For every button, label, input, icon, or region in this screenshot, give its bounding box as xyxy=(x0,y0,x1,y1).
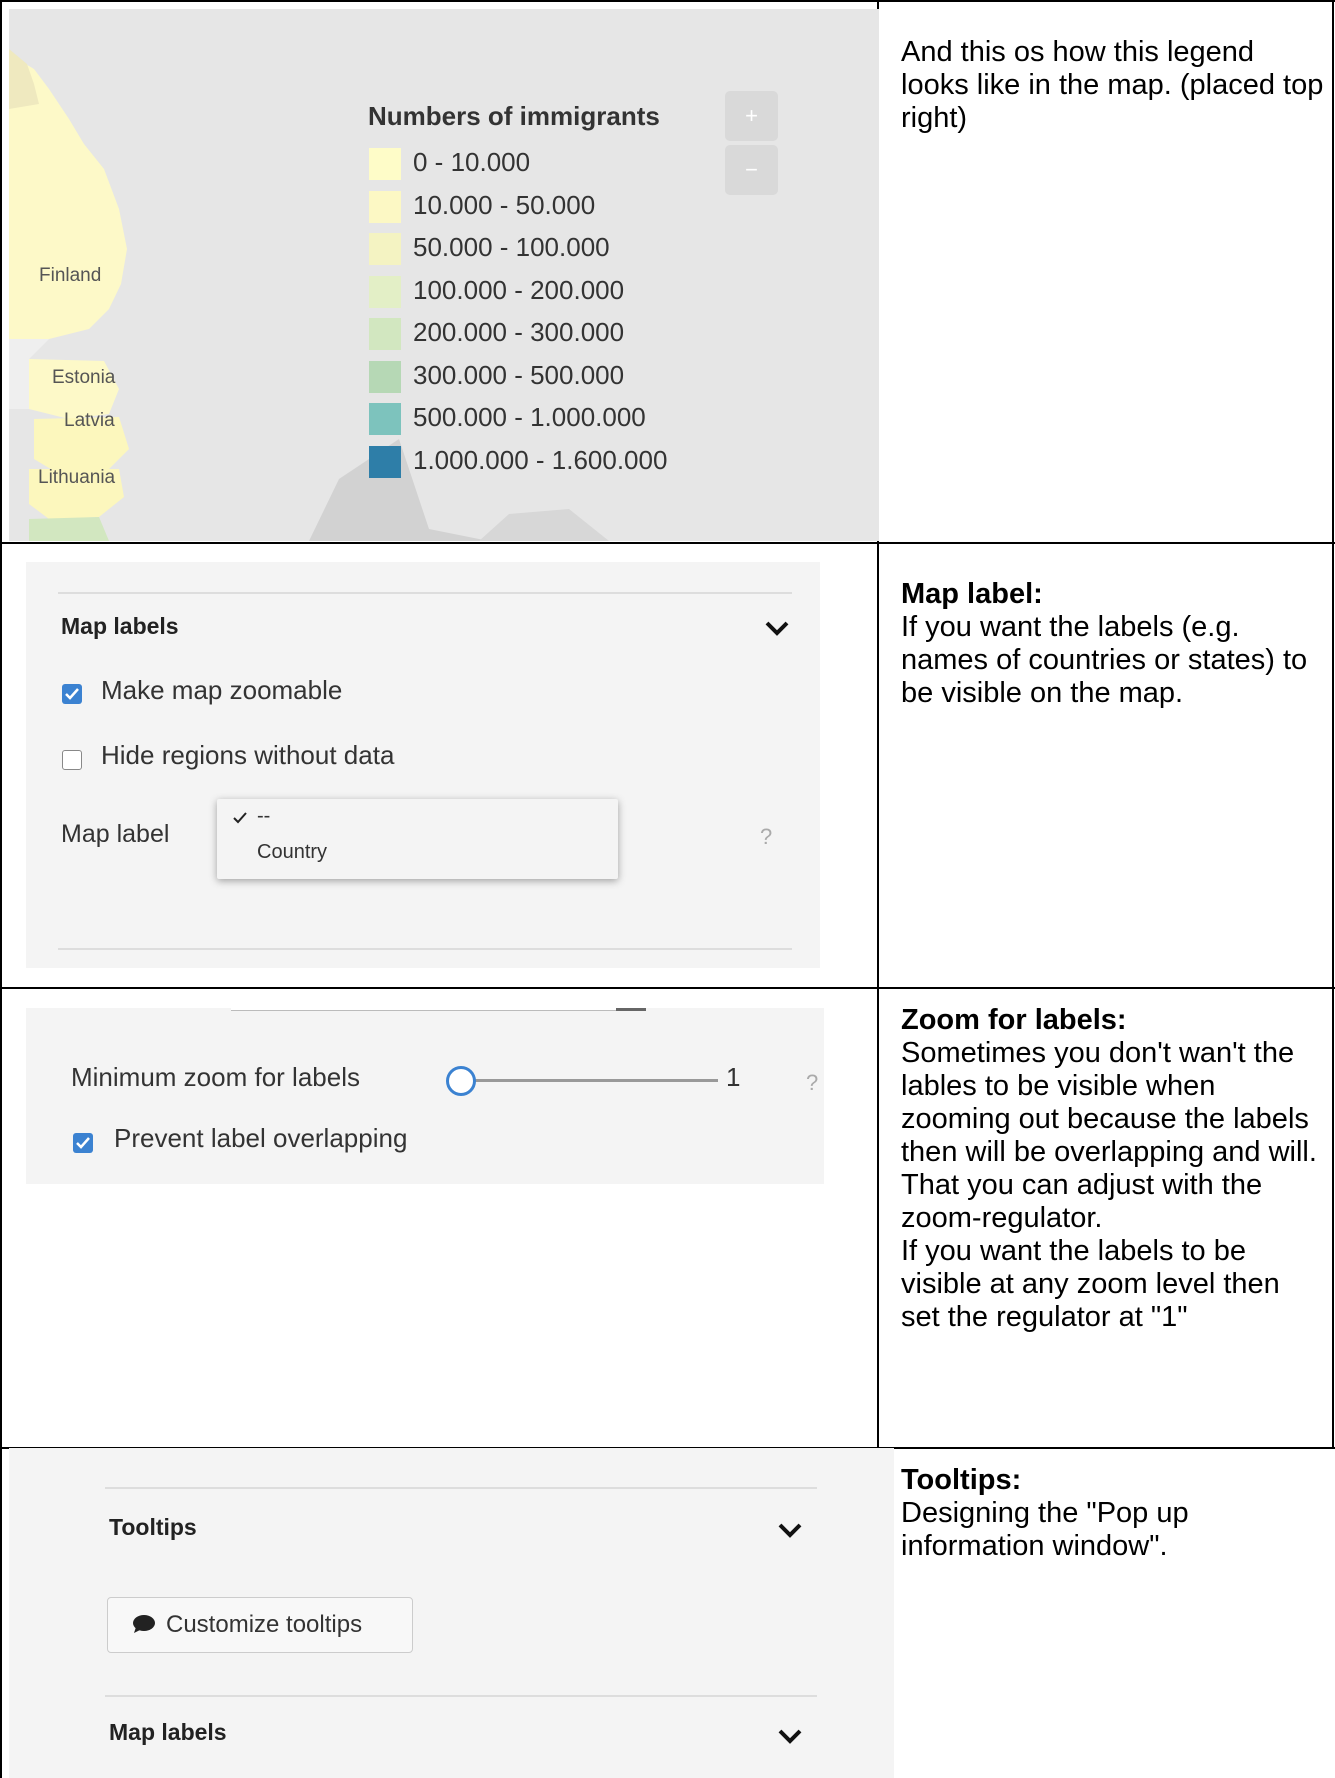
legend-swatch xyxy=(369,148,401,180)
zoom-out-button[interactable]: − xyxy=(725,145,778,195)
legend-swatch xyxy=(369,318,401,350)
legend-swatch xyxy=(369,403,401,435)
map-labels-heading: Map labels xyxy=(109,1719,227,1745)
map-labels-panel-screenshot: Map labels Make map zoomable Hide region… xyxy=(26,562,820,968)
help-icon[interactable]: ? xyxy=(760,824,772,850)
hide-regions-checkbox[interactable] xyxy=(62,750,82,770)
panel-divider-top xyxy=(105,1487,817,1489)
customize-tooltips-label: Customize tooltips xyxy=(166,1611,363,1638)
chevron-down-icon[interactable] xyxy=(777,1522,803,1540)
row1-description: And this os how this legend looks like i… xyxy=(901,36,1326,135)
row3-heading: Zoom for labels: xyxy=(901,1004,1127,1036)
row3-description: Zoom for labels: Sometimes you don't wan… xyxy=(901,1004,1326,1334)
row4-heading: Tooltips: xyxy=(901,1464,1022,1496)
table-border-top xyxy=(0,0,1335,2)
row2-description-text: If you want the labels (e.g. names of co… xyxy=(901,611,1308,709)
help-icon[interactable]: ? xyxy=(806,1070,818,1096)
row2-description: Map label: If you want the labels (e.g. … xyxy=(901,578,1326,710)
select-box-corner xyxy=(616,1008,646,1011)
legend-swatch xyxy=(369,233,401,265)
zoom-in-button[interactable]: + xyxy=(725,91,778,141)
hide-regions-label: Hide regions without data xyxy=(101,740,395,770)
table-border-left xyxy=(0,0,2,1778)
document-table: Finland Estonia Latvia Lithuania Numbers… xyxy=(0,0,1335,1778)
map-label-estonia: Estonia xyxy=(52,367,116,388)
tooltips-panel-screenshot: Tooltips Customize tooltips Map labels xyxy=(9,1448,894,1778)
table-border-right xyxy=(1332,0,1334,1448)
row1-description-text: And this os how this legend looks like i… xyxy=(901,36,1324,134)
checkmark-icon xyxy=(76,1137,90,1149)
map-label-latvia: Latvia xyxy=(64,410,115,431)
comment-icon xyxy=(133,1615,155,1633)
make-zoomable-checkbox[interactable] xyxy=(62,684,82,704)
legend-label: 500.000 - 1.000.000 xyxy=(413,402,646,432)
map-label-field-label: Map label xyxy=(61,820,170,848)
legend-label: 10.000 - 50.000 xyxy=(413,189,596,220)
legend-label: 300.000 - 500.000 xyxy=(413,359,625,390)
row-divider-2 xyxy=(0,987,1335,989)
customize-tooltips-button[interactable]: Customize tooltips xyxy=(107,1597,413,1653)
legend-label: 50.000 - 100.000 xyxy=(413,232,610,262)
make-zoomable-label: Make map zoomable xyxy=(101,675,343,705)
legend-swatch xyxy=(369,360,401,393)
legend-swatch xyxy=(369,445,401,478)
tooltips-heading: Tooltips xyxy=(109,1514,197,1540)
legend-swatch xyxy=(369,275,401,308)
row4-description-text: Designing the "Pop up information window… xyxy=(901,1497,1189,1562)
checkmark-icon xyxy=(65,688,79,700)
row-divider-1 xyxy=(0,542,1335,544)
select-box-edge xyxy=(231,1008,646,1011)
map-label-finland: Finland xyxy=(39,265,102,286)
zoom-slider-value: 1 xyxy=(726,1062,741,1092)
chevron-down-icon[interactable] xyxy=(777,1728,803,1746)
map-labels-heading: Map labels xyxy=(61,613,179,639)
legend-label: 1.000.000 - 1.600.000 xyxy=(413,444,668,475)
legend-label: 100.000 - 200.000 xyxy=(413,274,625,305)
map-label-dropdown[interactable]: -- Country xyxy=(217,799,618,879)
map-label-lithuania: Lithuania xyxy=(38,467,116,488)
zoom-slider-screenshot: Minimum zoom for labels 1 ? Prevent labe… xyxy=(26,1008,824,1184)
legend-map-screenshot: Finland Estonia Latvia Lithuania Numbers… xyxy=(9,9,879,541)
dropdown-option-none[interactable]: -- xyxy=(257,805,270,828)
panel-divider-bottom xyxy=(58,948,792,950)
legend-swatch xyxy=(369,190,401,223)
row3-description-text-1: Sometimes you don't wan't the lables to … xyxy=(901,1037,1317,1234)
panel-divider-bottom xyxy=(105,1695,817,1697)
row2-heading: Map label: xyxy=(901,578,1043,610)
legend-label: 200.000 - 300.000 xyxy=(413,317,625,347)
chevron-down-icon[interactable] xyxy=(764,620,790,638)
min-zoom-label: Minimum zoom for labels xyxy=(71,1062,360,1092)
prevent-overlap-label: Prevent label overlapping xyxy=(114,1123,408,1153)
dropdown-option-country[interactable]: Country xyxy=(257,841,327,864)
zoom-slider-track[interactable] xyxy=(462,1079,718,1082)
checkmark-icon xyxy=(233,812,247,824)
zoom-slider-handle[interactable] xyxy=(446,1066,476,1096)
legend-label: 0 - 10.000 xyxy=(413,147,531,177)
prevent-overlap-checkbox[interactable] xyxy=(73,1133,93,1153)
legend-title: Numbers of immigrants xyxy=(368,101,660,131)
row4-description: Tooltips: Designing the "Pop up informat… xyxy=(901,1464,1326,1563)
panel-divider-top xyxy=(58,592,792,594)
row3-description-text-2: If you want the labels to be visible at … xyxy=(901,1235,1280,1333)
